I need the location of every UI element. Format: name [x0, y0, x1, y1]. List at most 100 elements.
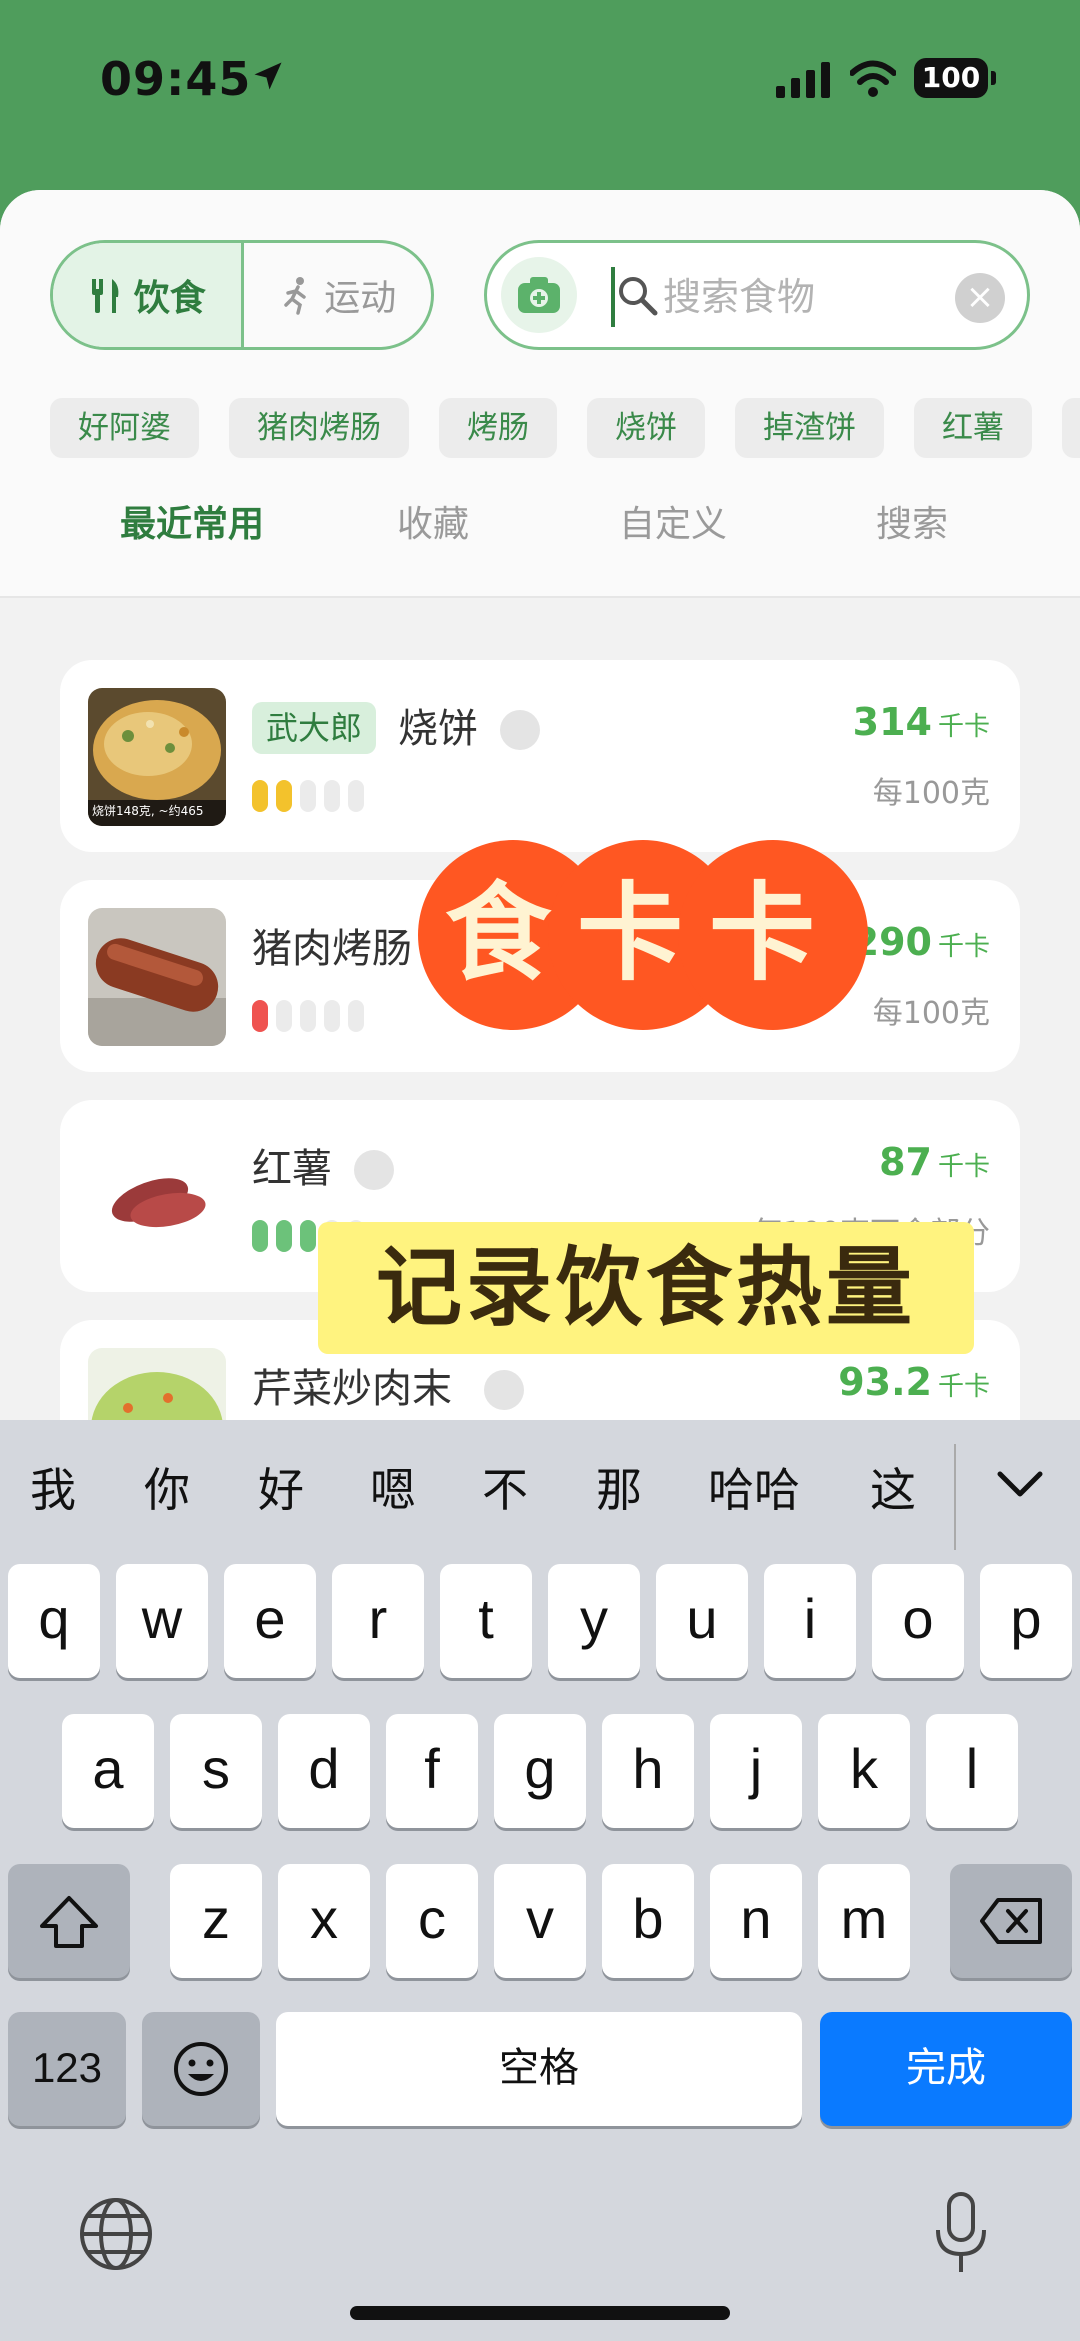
diet-exercise-toggle: 饮食 运动: [50, 240, 434, 350]
search-bar: ×: [484, 240, 1030, 350]
camera-scan-button[interactable]: [501, 257, 577, 333]
emoji-icon: [174, 2042, 228, 2096]
kcal-unit: 千卡: [937, 1372, 990, 1402]
kcal-unit: 千卡: [937, 932, 990, 962]
food-item[interactable]: 烧饼148克, ~约465 武大郎 烧饼 314 千卡 每100克: [60, 660, 1020, 852]
promo-caption: 记录饮食热量: [318, 1222, 974, 1354]
key-g[interactable]: g: [494, 1714, 586, 1828]
key-h[interactable]: h: [602, 1714, 694, 1828]
search-chip[interactable]: 好阿婆: [50, 398, 199, 458]
search-chip[interactable]: 猪肉烤肠: [229, 398, 409, 458]
candidate-word[interactable]: 那: [596, 1450, 642, 1530]
food-tabs: 最近常用 收藏 自定义 搜索: [0, 490, 1080, 560]
serving-basis: 每100克: [872, 776, 990, 811]
candidate-word[interactable]: 好: [258, 1450, 304, 1530]
status-time: 09:45: [100, 52, 252, 106]
exercise-tab[interactable]: 运动: [244, 243, 432, 347]
key-j[interactable]: j: [710, 1714, 802, 1828]
candidate-word[interactable]: 你: [144, 1450, 190, 1530]
search-chip-partial[interactable]: [1062, 398, 1080, 458]
key-k[interactable]: k: [818, 1714, 910, 1828]
key-v[interactable]: v: [494, 1864, 586, 1978]
key-o[interactable]: o: [872, 1564, 964, 1678]
health-level-indicator: [252, 1000, 364, 1032]
food-name: 烧饼: [398, 706, 478, 752]
recent-search-chips: 好阿婆 猪肉烤肠 烤肠 烧饼 掉渣饼 红薯: [50, 398, 1080, 458]
keyboard: 我 你 好 嗯 不 那 哈哈 这 q w e r t y u i o p a s…: [0, 1420, 1080, 2341]
search-chip[interactable]: 红薯: [914, 398, 1032, 458]
shift-key[interactable]: [8, 1864, 130, 1978]
key-r[interactable]: r: [332, 1564, 424, 1678]
key-u[interactable]: u: [656, 1564, 748, 1678]
diet-tab[interactable]: 饮食: [53, 243, 244, 347]
kcal-number: 87: [879, 1140, 932, 1184]
key-s[interactable]: s: [170, 1714, 262, 1828]
cellular-signal-icon: [776, 62, 830, 98]
candidate-divider: [954, 1444, 956, 1550]
calorie-value: 93.2 千卡: [838, 1360, 990, 1404]
search-chip[interactable]: 烤肠: [439, 398, 557, 458]
candidate-word[interactable]: 我: [30, 1450, 76, 1530]
kcal-unit: 千卡: [937, 1152, 990, 1182]
diet-tab-label: 饮食: [133, 278, 206, 319]
key-x[interactable]: x: [278, 1864, 370, 1978]
key-t[interactable]: t: [440, 1564, 532, 1678]
clear-search-button[interactable]: ×: [955, 273, 1005, 323]
tab-favorites[interactable]: 收藏: [397, 490, 469, 560]
running-person-icon: [284, 277, 306, 315]
level-dot: [252, 780, 268, 812]
level-dot: [324, 780, 340, 812]
search-icon: [619, 277, 658, 316]
food-thumbnail: [88, 908, 226, 1046]
thumbnail-caption: 烧饼148克, ~约465: [92, 804, 204, 818]
search-chip[interactable]: 掉渣饼: [735, 398, 884, 458]
location-arrow-icon: [254, 62, 282, 90]
tab-search[interactable]: 搜索: [876, 490, 948, 560]
shift-icon: [40, 1896, 98, 1948]
key-p[interactable]: p: [980, 1564, 1072, 1678]
key-q[interactable]: q: [8, 1564, 100, 1678]
key-y[interactable]: y: [548, 1564, 640, 1678]
status-bar: 09:45 100: [0, 0, 1080, 160]
key-m[interactable]: m: [818, 1864, 910, 1978]
level-dot: [324, 1000, 340, 1032]
tab-recent[interactable]: 最近常用: [120, 490, 264, 560]
candidate-word[interactable]: 不: [482, 1450, 528, 1530]
home-indicator: [350, 2306, 730, 2320]
kcal-number: 314: [852, 700, 932, 744]
done-key[interactable]: 完成: [820, 2012, 1072, 2126]
key-l[interactable]: l: [926, 1714, 1018, 1828]
candidate-word[interactable]: 哈哈: [708, 1450, 800, 1530]
key-n[interactable]: n: [710, 1864, 802, 1978]
numbers-key[interactable]: 123: [8, 2012, 126, 2126]
kcal-unit: 千卡: [937, 712, 990, 742]
food-type-icon: [354, 1150, 394, 1190]
key-c[interactable]: c: [386, 1864, 478, 1978]
key-d[interactable]: d: [278, 1714, 370, 1828]
key-e[interactable]: e: [224, 1564, 316, 1678]
key-b[interactable]: b: [602, 1864, 694, 1978]
level-dot: [252, 1000, 268, 1032]
candidate-word[interactable]: 嗯: [370, 1450, 416, 1530]
globe-icon[interactable]: [78, 2196, 154, 2272]
food-name: 红薯: [252, 1146, 332, 1192]
key-w[interactable]: w: [116, 1564, 208, 1678]
key-i[interactable]: i: [764, 1564, 856, 1678]
battery-indicator: 100: [914, 58, 996, 98]
space-key[interactable]: 空格: [276, 2012, 802, 2126]
sheet-header: 饮食 运动 搜索食物 × 好阿婆 猪肉烤肠 烤肠 烧饼 掉渣饼 红薯 最近常用 …: [0, 190, 1080, 598]
delete-key[interactable]: [950, 1864, 1072, 1978]
key-f[interactable]: f: [386, 1714, 478, 1828]
emoji-key[interactable]: [142, 2012, 260, 2126]
wifi-icon: [850, 60, 896, 97]
chevron-down-icon[interactable]: [994, 1464, 1046, 1504]
candidate-word[interactable]: 这: [870, 1450, 916, 1530]
microphone-icon[interactable]: [934, 2190, 988, 2276]
search-input[interactable]: [663, 265, 953, 329]
food-type-icon: [484, 1370, 524, 1410]
backspace-icon: [980, 1898, 1042, 1944]
search-chip[interactable]: 烧饼: [587, 398, 705, 458]
tab-custom[interactable]: 自定义: [619, 490, 727, 560]
key-a[interactable]: a: [62, 1714, 154, 1828]
key-z[interactable]: z: [170, 1864, 262, 1978]
